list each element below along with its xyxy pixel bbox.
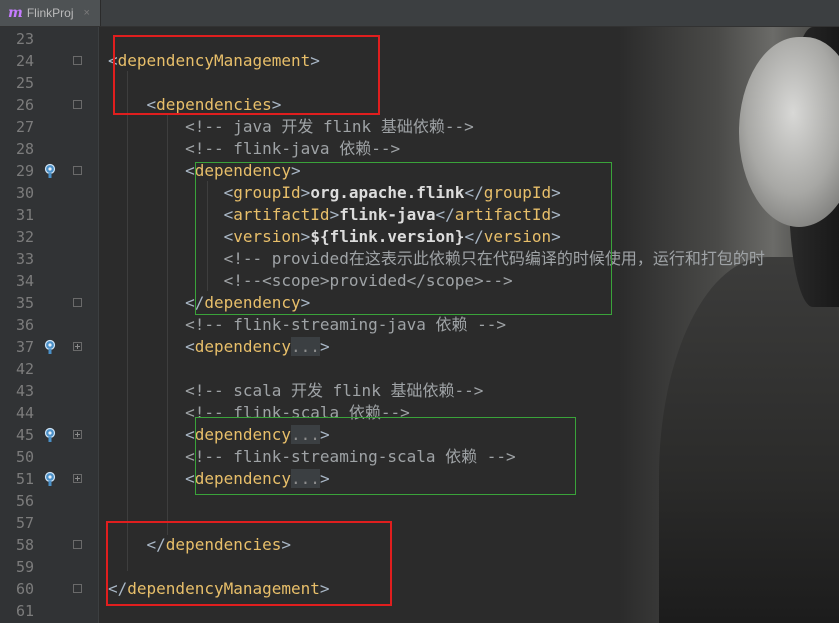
fold-expand-icon[interactable] [73,474,82,483]
fold-collapse-icon[interactable] [73,56,82,65]
line-number: 44 [15,404,34,422]
code-line[interactable]: 43 <!-- scala 开发 flink 基础依赖--> [0,380,839,402]
line-number: 33 [15,250,34,268]
fold-collapse-icon[interactable] [73,584,82,593]
override-marker-icon[interactable] [42,471,58,487]
line-number: 58 [15,536,34,554]
xml-bracket: </ [108,293,205,312]
line-number: 50 [15,448,34,466]
code-text: <dependency...> [108,336,330,358]
line-number: 29 [15,162,34,180]
line-number: 25 [15,74,34,92]
line-number: 59 [15,558,34,576]
code-line[interactable]: 28 <!-- flink-java 依赖--> [0,138,839,160]
fold-collapse-icon[interactable] [73,100,82,109]
line-number: 36 [15,316,34,334]
maven-icon: m [8,5,23,21]
fold-expand-icon[interactable] [73,342,82,351]
line-number: 56 [15,492,34,510]
fold-collapse-icon[interactable] [73,166,82,175]
line-number: 57 [15,514,34,532]
line-number: 23 [15,30,34,48]
xml-bracket: < [108,469,195,488]
code-text: <!-- java 开发 flink 基础依赖--> [108,116,474,138]
fold-collapse-icon[interactable] [73,298,82,307]
code-line[interactable]: 42 [0,358,839,380]
line-number: 24 [15,52,34,70]
folded-region[interactable]: ... [291,337,320,356]
xml-bracket: > [319,337,330,356]
line-number: 51 [15,470,34,488]
code-text: <!-- scala 开发 flink 基础依赖--> [108,380,483,402]
line-number: 28 [15,140,34,158]
override-marker-icon[interactable] [42,163,58,179]
line-number: 45 [15,426,34,444]
code-line[interactable]: 36 <!-- flink-streaming-java 依赖 --> [0,314,839,336]
indent-guide [127,71,128,571]
line-number: 61 [15,602,34,620]
code-text: <!-- flink-java 依赖--> [108,138,400,160]
line-number: 31 [15,206,34,224]
line-number: 26 [15,96,34,114]
line-number: 34 [15,272,34,290]
ide-window: m FlinkProj × 23 24 <dependencyManagement>… [0,0,839,623]
line-number: 43 [15,382,34,400]
xml-bracket: < [108,337,195,356]
xml-tag-name: dependency [194,337,292,356]
xml-bracket: < [108,425,195,444]
line-number: 37 [15,338,34,356]
override-marker-icon[interactable] [42,427,58,443]
highlight-box-open [113,35,380,115]
line-number: 30 [15,184,34,202]
editor-tab-bar: m FlinkProj × [0,0,839,27]
override-marker-icon[interactable] [42,339,58,355]
highlight-box-close [106,521,392,606]
xml-comment: <!-- flink-java 依赖--> [108,139,401,158]
fold-expand-icon[interactable] [73,430,82,439]
line-number: 32 [15,228,34,246]
fold-collapse-icon[interactable] [73,540,82,549]
line-number: 60 [15,580,34,598]
line-number: 42 [15,360,34,378]
xml-comment: <!-- scala 开发 flink 基础依赖--> [108,381,484,400]
line-number: 35 [15,294,34,312]
code-line[interactable]: 27 <!-- java 开发 flink 基础依赖--> [0,116,839,138]
close-icon[interactable]: × [84,7,90,19]
indent-guide [167,115,168,535]
tab-label: FlinkProj [26,6,74,20]
tab-flinkproj[interactable]: m FlinkProj × [0,0,101,26]
code-line[interactable]: 37 <dependency...> [0,336,839,358]
xml-bracket: < [108,161,195,180]
line-number: 27 [15,118,34,136]
highlight-box-dependency [195,162,612,315]
xml-comment: <!-- java 开发 flink 基础依赖--> [108,117,474,136]
highlight-box-scala [195,417,576,495]
